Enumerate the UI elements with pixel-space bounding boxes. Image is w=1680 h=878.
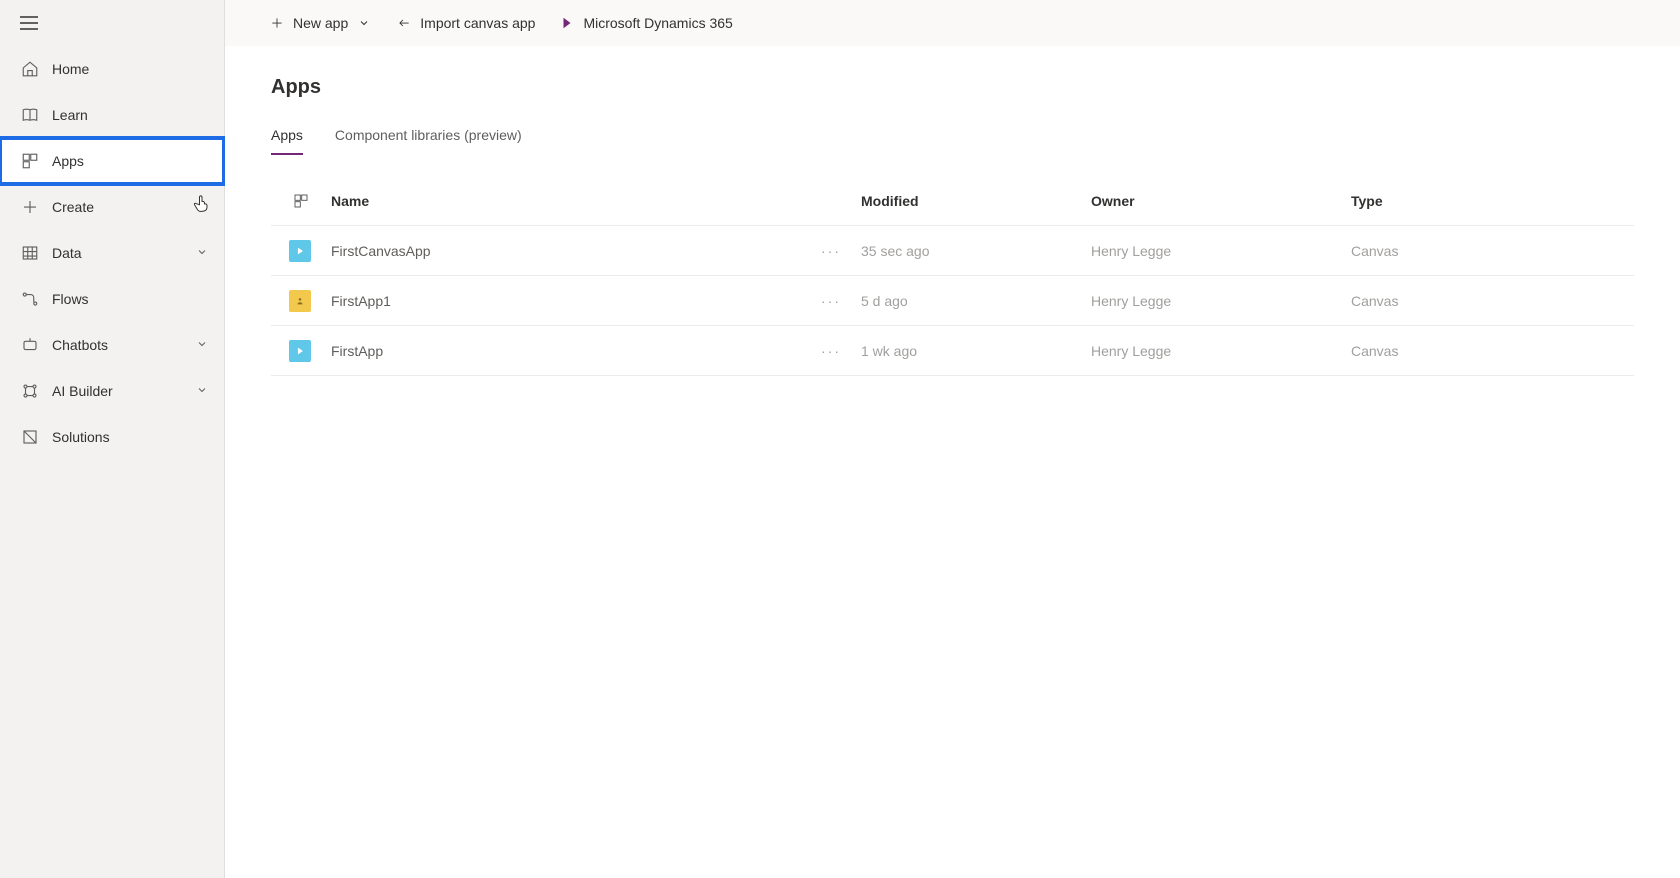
chevron-down-icon: [196, 383, 208, 399]
canvas-app-icon: [289, 340, 311, 362]
more-actions-button[interactable]: ···: [801, 243, 861, 259]
chevron-down-icon: [356, 15, 372, 31]
column-name[interactable]: Name: [331, 193, 801, 209]
sidebar-item-flows[interactable]: Flows: [0, 276, 224, 322]
sidebar-item-label: Create: [52, 199, 94, 215]
topbar: New app Import canvas app Microsoft Dyna…: [225, 0, 1680, 46]
tabs: Apps Component libraries (preview): [225, 99, 1680, 156]
app-modified: 5 d ago: [861, 293, 1091, 309]
sidebar-item-label: Apps: [52, 153, 84, 169]
topbar-label: New app: [293, 15, 348, 31]
sidebar-item-label: Flows: [52, 291, 89, 307]
sidebar-item-aibuilder[interactable]: AI Builder: [0, 368, 224, 414]
tab-apps[interactable]: Apps: [271, 127, 303, 155]
sidebar-item-learn[interactable]: Learn: [0, 92, 224, 138]
table-row[interactable]: FirstApp1 ··· 5 d ago Henry Legge Canvas: [271, 276, 1634, 326]
topbar-label: Microsoft Dynamics 365: [583, 15, 732, 31]
solutions-icon: [20, 427, 40, 447]
app-name: FirstApp: [331, 343, 801, 359]
chatbot-icon: [20, 335, 40, 355]
sidebar-item-create[interactable]: Create: [0, 184, 224, 230]
sidebar-item-label: Data: [52, 245, 82, 261]
flows-icon: [20, 289, 40, 309]
sidebar-item-home[interactable]: Home: [0, 46, 224, 92]
canvas-app-icon: [289, 240, 311, 262]
aibuilder-icon: [20, 381, 40, 401]
more-actions-button[interactable]: ···: [801, 293, 861, 309]
import-icon: [396, 15, 412, 31]
app-name: FirstApp1: [331, 293, 801, 309]
column-owner[interactable]: Owner: [1091, 193, 1351, 209]
home-icon: [20, 59, 40, 79]
main: Apps Apps Component libraries (preview) …: [225, 46, 1680, 878]
book-icon: [20, 105, 40, 125]
app-name: FirstCanvasApp: [331, 243, 801, 259]
apps-icon: [20, 151, 40, 171]
column-type[interactable]: Type: [1351, 193, 1571, 209]
data-icon: [20, 243, 40, 263]
app-modified: 1 wk ago: [861, 343, 1091, 359]
sidebar-item-label: Solutions: [52, 429, 110, 445]
sidebar-item-label: Home: [52, 61, 89, 77]
canvas-app-icon: [289, 290, 311, 312]
app-owner: Henry Legge: [1091, 243, 1351, 259]
sidebar-item-data[interactable]: Data: [0, 230, 224, 276]
hamburger-menu[interactable]: [0, 0, 225, 46]
app-type: Canvas: [1351, 243, 1571, 259]
sidebar-item-label: AI Builder: [52, 383, 113, 399]
column-icon: [271, 193, 331, 209]
column-modified[interactable]: Modified: [861, 193, 1091, 209]
app-modified: 35 sec ago: [861, 243, 1091, 259]
app-type: Canvas: [1351, 293, 1571, 309]
nav: Home Learn Apps Create Data: [0, 46, 224, 460]
table-row[interactable]: FirstCanvasApp ··· 35 sec ago Henry Legg…: [271, 226, 1634, 276]
sidebar: Home Learn Apps Create Data: [0, 0, 225, 878]
app-owner: Henry Legge: [1091, 293, 1351, 309]
apps-table: Name Modified Owner Type FirstCanvasApp …: [225, 156, 1680, 376]
sidebar-item-chatbots[interactable]: Chatbots: [0, 322, 224, 368]
app-type: Canvas: [1351, 343, 1571, 359]
table-header: Name Modified Owner Type: [271, 176, 1634, 226]
topbar-label: Import canvas app: [420, 15, 535, 31]
dynamics-365-button[interactable]: Microsoft Dynamics 365: [559, 15, 732, 31]
table-row[interactable]: FirstApp ··· 1 wk ago Henry Legge Canvas: [271, 326, 1634, 376]
app-owner: Henry Legge: [1091, 343, 1351, 359]
sidebar-item-label: Chatbots: [52, 337, 108, 353]
hamburger-icon: [20, 16, 38, 30]
chevron-down-icon: [196, 245, 208, 261]
more-actions-button[interactable]: ···: [801, 343, 861, 359]
tab-component-libraries[interactable]: Component libraries (preview): [335, 127, 522, 155]
sidebar-item-label: Learn: [52, 107, 88, 123]
import-canvas-app-button[interactable]: Import canvas app: [396, 15, 535, 31]
dynamics-icon: [559, 15, 575, 31]
sidebar-item-apps[interactable]: Apps: [0, 138, 224, 184]
page-title: Apps: [225, 46, 1680, 99]
plus-icon: [269, 15, 285, 31]
chevron-down-icon: [196, 337, 208, 353]
sidebar-item-solutions[interactable]: Solutions: [0, 414, 224, 460]
plus-icon: [20, 197, 40, 217]
new-app-button[interactable]: New app: [269, 15, 372, 31]
